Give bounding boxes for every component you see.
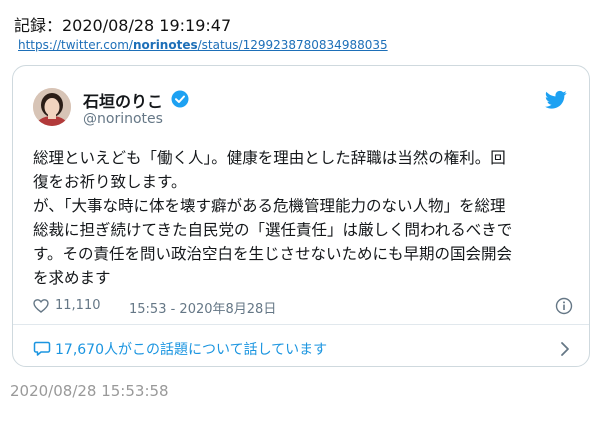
info-icon[interactable]: [555, 297, 573, 315]
author-handle[interactable]: @norinotes: [83, 111, 163, 127]
author-name[interactable]: 石垣のりこ: [83, 88, 163, 112]
capture-timestamp: 2020/08/28 15:53:58: [10, 382, 169, 400]
tweet-line: を求めます: [33, 269, 111, 287]
link-prefix: https://twitter.com/: [18, 38, 133, 52]
conversation-count-text: 17,670人がこの話題について話しています: [55, 342, 328, 358]
avatar[interactable]: [33, 88, 71, 126]
tweet-line: 総裁に担ぎ続けてきた自民党の「選任責任」は厳しく問われるべきで: [33, 221, 513, 239]
link-username: norinotes: [132, 38, 198, 52]
tweet-source-link[interactable]: https://twitter.com/norinotes/status/129…: [18, 38, 388, 52]
tweet-line: 総理といえども「働く人」。健康を理由とした辞職は当然の権利。回: [33, 149, 506, 167]
tweet-line: が、「大事な時に体を壊す癖がある危機管理能力のない人物」を総理: [33, 197, 506, 215]
speech-bubble-icon: [33, 339, 51, 357]
twitter-bird-icon[interactable]: [545, 90, 567, 110]
tweet-text: 総理といえども「働く人」。健康を理由とした辞職は当然の権利。回 復をお祈り致しま…: [33, 146, 578, 290]
tweet-meta-row: 11,110 15:53 - 2020年8月28日: [33, 296, 573, 317]
tweet-timestamp[interactable]: 15:53 - 2020年8月28日: [129, 298, 276, 317]
like-count[interactable]: 11,110: [55, 298, 101, 313]
tweet-card[interactable]: 石垣のりこ @norinotes 総理といえども「働く人」。健康を理由とした辞職…: [12, 65, 590, 367]
verified-badge-icon: [171, 90, 189, 108]
conversation-link[interactable]: 17,670人がこの話題について話しています: [33, 338, 573, 360]
tweet-line: 復をお祈り致します。: [33, 173, 187, 191]
heart-icon[interactable]: [33, 298, 49, 314]
link-suffix: /status/1299238780834988035: [197, 38, 388, 52]
divider: [13, 324, 589, 325]
tweet-line: す。その責任を問い政治空白を生じさせないためにも早期の国会開会: [33, 245, 512, 263]
record-timestamp: 記録：2020/08/28 19:19:47: [14, 16, 232, 35]
chevron-right-icon: [559, 340, 571, 358]
